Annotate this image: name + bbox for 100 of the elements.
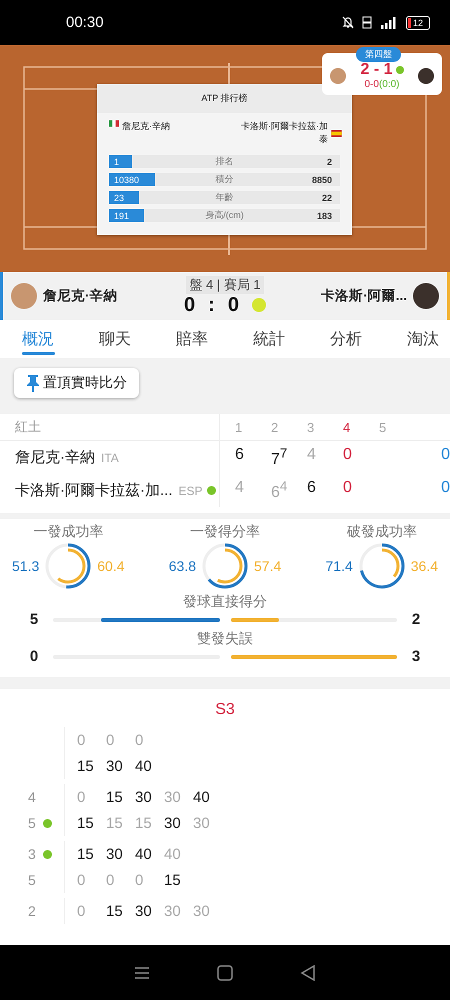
stat-value: 71.4 <box>326 558 353 574</box>
point-score: 15 <box>77 814 95 832</box>
set-score: 4 <box>235 478 244 496</box>
battery-icon: 12 <box>406 16 430 30</box>
point-score: 15 <box>164 872 182 888</box>
point-score: 30 <box>193 902 211 920</box>
point-score: 30 <box>164 814 182 832</box>
flag-icon <box>331 130 342 136</box>
avatar-icon <box>11 283 37 309</box>
game-count: 4 <box>28 789 36 805</box>
card-title: ATP 排行榜 <box>97 84 352 113</box>
tab[interactable]: 分析 <box>308 320 385 358</box>
stat-value: 3 <box>410 648 422 665</box>
point-score: 40 <box>135 758 153 774</box>
stat-title: 發球直接得分 <box>183 593 267 611</box>
point-score: 0 <box>77 788 86 806</box>
stat-label: 身高/(cm) <box>205 209 244 222</box>
stat-value: 36.4 <box>410 558 438 574</box>
stat-title: 一發成功率 <box>33 523 104 541</box>
set-title: S3 <box>214 701 236 719</box>
stat-label: 積分 <box>216 173 234 186</box>
point-score: 30 <box>135 788 153 806</box>
point-score: 0 <box>106 732 116 748</box>
score-separator: : <box>208 294 215 316</box>
tab[interactable]: 概況 <box>0 320 77 358</box>
flag-icon <box>109 120 119 127</box>
player-name: 詹尼克·辛納 <box>43 287 118 305</box>
set-score: 6 <box>307 478 316 496</box>
point-score: 30 <box>164 902 182 920</box>
set-badge: 第四盤 <box>356 47 401 62</box>
surface-label: 紅土 <box>0 414 220 440</box>
back-icon[interactable] <box>300 964 316 980</box>
stat-value: 51.3 <box>12 558 40 574</box>
point-score: 30 <box>135 902 153 920</box>
player-name: 卡洛斯·阿爾卡拉茲·加... <box>15 481 172 500</box>
stat-title: 一發得分率 <box>190 523 260 541</box>
stat-value: 2 <box>326 156 332 166</box>
clock-time: 00:30 <box>66 14 104 31</box>
point-score: 15 <box>77 846 95 862</box>
game-count: 2 <box>28 903 36 919</box>
point-score: 15 <box>106 788 124 806</box>
tab[interactable]: 賠率 <box>154 320 231 358</box>
menu-icon[interactable] <box>134 966 150 980</box>
avatar-icon <box>330 68 346 84</box>
point-score: 30 <box>193 814 211 832</box>
stat-value: 8850 <box>312 174 332 184</box>
point-score: 0 <box>77 872 86 888</box>
ring-chart <box>200 541 250 591</box>
set-score: 2 - 1 <box>360 61 392 79</box>
set-number: 5 <box>378 420 388 434</box>
match-status: 盤 4 | 賽局 1 <box>186 276 264 294</box>
stat-bar: 1 <box>109 155 132 168</box>
point-score: 0 <box>135 732 144 748</box>
country-code: ITA <box>101 450 119 464</box>
tab[interactable]: 統計 <box>231 320 308 358</box>
tab[interactable]: 淘汰 <box>385 320 450 358</box>
point-score: 40 <box>164 846 182 862</box>
stat-bar: 23 <box>109 191 140 204</box>
point-score: 30 <box>106 758 124 774</box>
point-score: 30 <box>106 846 124 862</box>
set-number: 3 <box>306 420 316 434</box>
pin-score-button[interactable]: 置頂實時比分 <box>14 368 139 398</box>
point-score: 30 <box>164 788 182 806</box>
avatar-icon <box>418 68 434 84</box>
stat-bar: 191 <box>109 209 144 222</box>
point-score: 0 <box>106 872 116 888</box>
player-name: 卡洛斯·阿爾... <box>321 287 407 305</box>
pin-icon <box>26 374 40 392</box>
game-count: 5 <box>28 815 36 831</box>
set-score: 4 <box>307 446 316 463</box>
game-score: 0 <box>228 294 239 316</box>
stat-bar: 10380 <box>109 173 156 186</box>
stat-value: 60.4 <box>97 558 124 574</box>
ring-chart <box>356 541 407 591</box>
tab[interactable]: 聊天 <box>77 320 154 358</box>
game-count: 3 <box>28 846 36 862</box>
point-score: 0 <box>135 872 144 888</box>
total-score: 0 <box>441 446 450 463</box>
point-score: 15 <box>135 814 153 832</box>
ring-chart <box>43 541 94 591</box>
point-score: 40 <box>135 846 153 862</box>
stat-label: 年齡 <box>216 191 234 204</box>
point-score: 15 <box>106 902 124 920</box>
stat-title: 破發成功率 <box>346 523 417 541</box>
signal-icon <box>380 16 398 29</box>
mute-bell-icon <box>342 16 354 29</box>
point-score: (0:0) <box>378 79 400 90</box>
country-code: ESP <box>178 484 203 498</box>
stat-value: 0 <box>28 648 40 665</box>
home-icon[interactable] <box>216 964 233 980</box>
set-score: 0 <box>343 478 352 496</box>
total-score: 0 <box>441 478 450 496</box>
stat-value: 57.4 <box>254 558 282 574</box>
player-name: 詹尼克·辛納 <box>15 448 95 467</box>
stat-value: 183 <box>316 210 332 220</box>
stat-value: 5 <box>28 611 40 628</box>
game-score: 0 <box>184 294 196 316</box>
set-score: 6 <box>235 446 244 463</box>
point-score: 40 <box>193 788 211 806</box>
player-name: 詹尼克·辛納 <box>122 120 170 133</box>
